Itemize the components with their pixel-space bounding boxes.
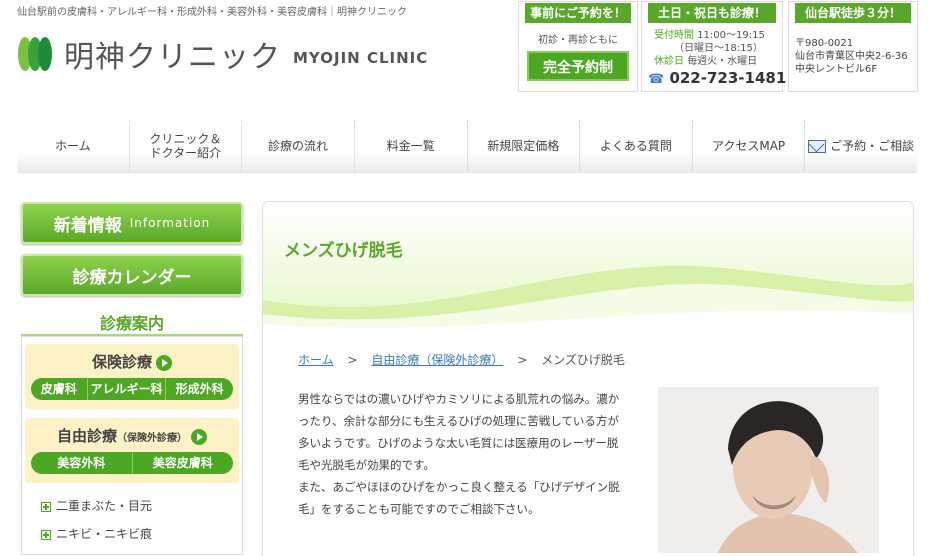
nav-faq[interactable]: よくある質問: [580, 120, 693, 172]
logo-text-ja: 明神クリニック: [64, 40, 281, 75]
plus-icon: [41, 529, 51, 540]
breadcrumb: ホーム > 自由診療（保険外診療） > メンズひげ脱毛: [298, 353, 625, 367]
phone-number[interactable]: ☎ 022-723-1481: [642, 69, 786, 87]
pill-cosmetic-dermatology[interactable]: 美容皮膚科: [133, 452, 234, 474]
nav-flow[interactable]: 診療の流れ: [242, 120, 355, 172]
breadcrumb-self-pay[interactable]: 自由診療（保険外診療）: [371, 353, 503, 367]
intro-text: 男性ならではの濃いひげやカミソリによる肌荒れの悩み。濃か ったり、余計な部分にも…: [298, 392, 620, 516]
guide-box: 保険診療 皮膚科 アレルギー科 形成外科 自由診療（保険外診療） 美容外科 美容…: [21, 336, 243, 555]
self-pay-pills: 美容外科 美容皮膚科: [31, 452, 233, 474]
list-item[interactable]: 二重まぶた・目元: [41, 492, 239, 520]
play-arrow-icon: [156, 354, 172, 371]
hours-box-title: 土日・祝日も診療！: [648, 3, 776, 23]
logo-text-en: MYOJIN CLINIC: [293, 49, 429, 67]
clinic-logo[interactable]: 明神クリニック MYOJIN CLINIC: [18, 34, 429, 75]
news-button[interactable]: 新着情報 Information: [21, 202, 243, 244]
closed-label: 休診日: [654, 56, 684, 67]
nav-contact[interactable]: ご予約・ご相談: [805, 120, 917, 172]
pill-plastic-surgery[interactable]: 形成外科: [166, 378, 233, 400]
site-tagline: 仙台駅前の皮膚科・アレルギー科・形成外科・美容外科・美容皮膚科｜明神クリニック: [17, 7, 407, 18]
address-line-1: 仙台市青葉区中央2-6-36: [795, 51, 908, 62]
model-photo: [658, 387, 879, 553]
pill-allergy[interactable]: アレルギー科: [88, 378, 167, 400]
treatment-list: 二重まぶた・目元 ニキビ・ニキビ痕: [25, 492, 239, 548]
closed-value: 毎週火・水曜日: [687, 56, 758, 67]
pill-dermatology[interactable]: 皮膚科: [31, 378, 88, 400]
global-nav: ホーム クリニック＆ ドクター紹介 診療の流れ 料金一覧 新規限定価格 よくある質…: [17, 120, 917, 173]
hours-box: 土日・祝日も診療！ 受付時間 11:00〜19:15 （日曜日〜18:15） 休…: [641, 1, 786, 92]
hours-label: 受付時間: [654, 30, 694, 41]
leaf-logo-icon: [18, 35, 54, 73]
postal-code: 〒980-0021: [795, 38, 854, 49]
reservation-box-title: 事前にご予約を！: [525, 3, 631, 23]
reservation-box-sub: 初診・再診ともに: [538, 35, 618, 46]
guide-heading: 診療案内: [21, 310, 243, 336]
mail-icon: [808, 139, 827, 153]
insurance-section: 保険診療 皮膚科 アレルギー科 形成外科: [25, 344, 239, 409]
phone-text: 022-723-1481: [669, 69, 787, 87]
self-pay-title[interactable]: 自由診療（保険外診療）: [31, 425, 233, 446]
title-banner: [263, 202, 913, 332]
insurance-title[interactable]: 保険診療: [31, 351, 233, 372]
play-arrow-icon: [191, 428, 207, 445]
plus-icon: [41, 501, 51, 512]
self-pay-section: 自由診療（保険外診療） 美容外科 美容皮膚科: [25, 418, 239, 483]
sidebar: 新着情報 Information 診療カレンダー 診療案内 保険診療 皮膚科 アレ…: [21, 202, 243, 555]
pill-cosmetic-surgery[interactable]: 美容外科: [31, 452, 133, 474]
insurance-pills: 皮膚科 アレルギー科 形成外科: [31, 378, 233, 400]
page-title: メンズひげ脱毛: [284, 241, 403, 261]
nav-price[interactable]: 料金一覧: [355, 120, 468, 172]
hours-sub: （日曜日〜18:15）: [674, 43, 763, 54]
breadcrumb-current: メンズひげ脱毛: [541, 353, 625, 367]
hours-value: 11:00〜19:15: [697, 30, 765, 41]
address-line-2: 中央レントビル6F: [795, 64, 878, 75]
reservation-button[interactable]: 完全予約制: [527, 51, 629, 81]
list-item[interactable]: ニキビ・ニキビ痕: [41, 520, 239, 548]
phone-icon: ☎: [648, 72, 665, 87]
nav-access[interactable]: アクセスMAP: [693, 120, 806, 172]
main-content: メンズひげ脱毛 ホーム > 自由診療（保険外診療） > メンズひげ脱毛 男性なら…: [262, 201, 914, 556]
access-box: 仙台駅徒歩３分！ 〒980-0021 仙台市青葉区中央2-6-36 中央レントビ…: [788, 1, 918, 92]
reservation-box: 事前にご予約を！ 初診・再診ともに 完全予約制: [518, 1, 638, 92]
nav-clinic-doctor[interactable]: クリニック＆ ドクター紹介: [130, 120, 243, 172]
calendar-button[interactable]: 診療カレンダー: [21, 254, 243, 296]
nav-home[interactable]: ホーム: [17, 120, 130, 172]
nav-new-price[interactable]: 新規限定価格: [468, 120, 581, 172]
breadcrumb-home[interactable]: ホーム: [298, 353, 334, 367]
access-box-title: 仙台駅徒歩３分！: [795, 3, 911, 23]
